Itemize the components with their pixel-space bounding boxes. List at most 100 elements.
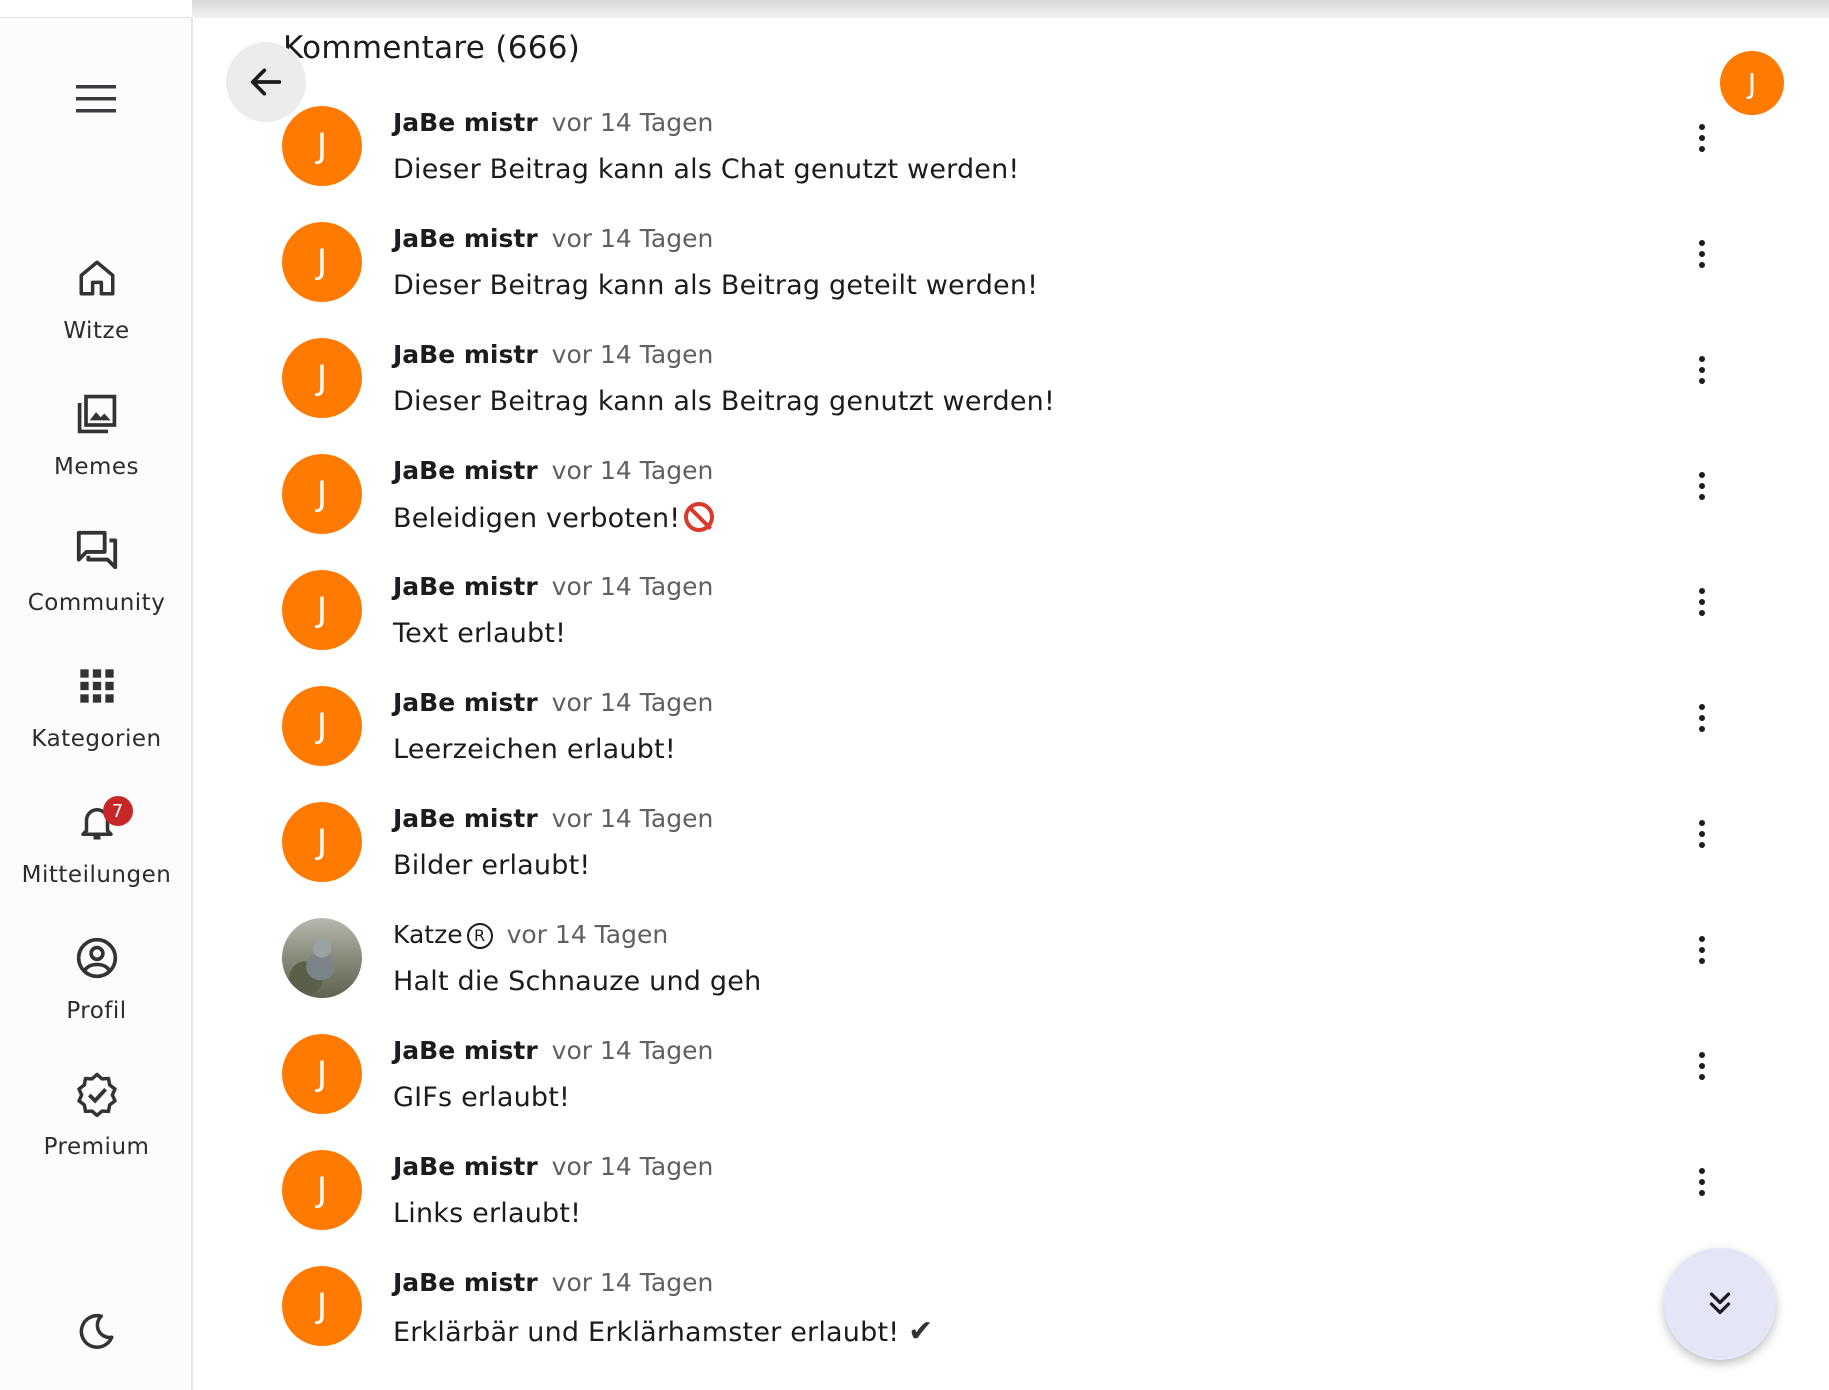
comment-item: J JaBe mistr vor 14 Tagen Dieser Beitrag … [280,222,1730,332]
more-vertical-icon [1699,1052,1705,1080]
comment-author[interactable]: JaBe mistr [393,1152,538,1181]
avatar[interactable]: J [282,338,362,418]
comment-author[interactable]: JaBe mistr [393,804,538,833]
partial-comment-row [280,1380,780,1390]
navigation-rail: Witze Memes Community Kategorien 7 Mitte… [0,18,193,1390]
comment-more-button[interactable] [1678,346,1726,394]
more-vertical-icon [1699,124,1705,152]
comment-more-button[interactable] [1678,926,1726,974]
app-root: Witze Memes Community Kategorien 7 Mitte… [0,0,1829,1390]
comment-timestamp: vor 14 Tagen [551,1152,714,1181]
comment-text: Dieser Beitrag kann als Beitrag genutzt … [393,386,1055,417]
comment-author[interactable]: JaBe mistr [393,1036,538,1065]
verified-badge-icon [69,1066,125,1122]
comment-more-button[interactable] [1678,1158,1726,1206]
hamburger-menu-icon [76,85,116,113]
nav-item-mitteilungen[interactable]: 7 Mitteilungen [0,794,193,914]
comment-more-button[interactable] [1678,694,1726,742]
moon-icon [79,1313,114,1349]
comment-text: Leerzeichen erlaubt! [393,734,676,765]
comment-item: J JaBe mistr vor 14 Tagen Erklärbär und E… [280,1266,1730,1376]
avatar[interactable]: J [282,570,362,650]
more-vertical-icon [1699,704,1705,732]
comment-text: Erklärbär und Erklärhamster erlaubt! [393,1317,900,1348]
notification-badge: 7 [102,796,133,826]
avatar[interactable]: J [282,222,362,302]
nav-item-memes[interactable]: Memes [0,386,193,506]
comment-timestamp: vor 14 Tagen [551,108,714,137]
comment-item: J JaBe mistr vor 14 Tagen Dieser Beitrag … [280,338,1730,448]
comment-text: Text erlaubt! [393,618,567,649]
comment-author[interactable]: JaBe mistr [393,572,538,601]
comment-text: Dieser Beitrag kann als Chat genutzt wer… [393,154,1020,185]
prohibited-icon [684,502,715,532]
comment-text: Dieser Beitrag kann als Beitrag geteilt … [393,270,1039,301]
menu-button[interactable] [61,64,131,134]
comment-timestamp: vor 14 Tagen [551,804,714,833]
nav-label: Community [27,590,166,616]
avatar[interactable]: J [282,802,362,882]
comment-timestamp: vor 14 Tagen [551,456,714,485]
more-vertical-icon [1699,820,1705,848]
comment-more-button[interactable] [1678,1042,1726,1090]
comment-timestamp: vor 14 Tagen [551,1268,714,1297]
comment-timestamp: vor 14 Tagen [551,688,714,717]
comment-author[interactable]: Katze [393,920,463,949]
photo-library-icon [69,386,125,442]
arrow-back-icon [250,68,282,96]
nav-item-kategorien[interactable]: Kategorien [0,658,193,778]
comment-more-button[interactable] [1678,230,1726,278]
window-top-strip [192,0,1829,18]
comment-item: Katze Rvor 14 Tagen Halt die Schnauze und… [280,918,1730,1028]
avatar[interactable]: J [282,454,362,534]
comment-item: J JaBe mistr vor 14 Tagen Links erlaubt! [280,1150,1730,1260]
comment-item: J JaBe mistr vor 14 Tagen GIFs erlaubt! [280,1034,1730,1144]
nav-item-witze[interactable]: Witze [0,250,193,370]
comment-item: J JaBe mistr vor 14 Tagen Bilder erlaubt! [280,802,1730,912]
nav-label: Kategorien [31,726,162,752]
comment-more-button[interactable] [1678,462,1726,510]
avatar[interactable]: J [282,1034,362,1114]
nav-label: Premium [43,1134,150,1160]
comment-author[interactable]: JaBe mistr [393,688,538,717]
avatar[interactable]: J [282,686,362,766]
comment-more-button[interactable] [1678,810,1726,858]
comment-more-button[interactable] [1678,114,1726,162]
nav-item-profil[interactable]: Profil [0,930,193,1050]
comment-text: Links erlaubt! [393,1198,582,1229]
registered-mark: R [466,922,493,949]
account-circle-icon [69,930,125,986]
nav-item-premium[interactable]: Premium [0,1066,193,1186]
comment-item: J JaBe mistr vor 14 Tagen Dieser Beitrag … [280,106,1730,216]
comment-text: Halt die Schnauze und geh [393,966,762,997]
topbar-left [0,0,192,18]
scroll-to-bottom-button[interactable] [1664,1248,1776,1360]
more-vertical-icon [1699,588,1705,616]
comment-author[interactable]: JaBe mistr [393,1268,538,1297]
comment-timestamp: vor 14 Tagen [551,340,714,369]
theme-toggle-button[interactable] [66,1302,126,1362]
forum-icon [69,522,125,578]
comment-text: Bilder erlaubt! [393,850,591,881]
comment-author[interactable]: JaBe mistr [393,108,538,137]
comment-more-button[interactable] [1678,578,1726,626]
comment-author[interactable]: JaBe mistr [393,224,538,253]
comment-timestamp: vor 14 Tagen [551,1036,714,1065]
nav-item-community[interactable]: Community [0,522,193,642]
comment-text: GIFs erlaubt! [393,1082,571,1113]
home-icon [69,250,125,306]
nav-label: Profil [66,998,127,1024]
more-vertical-icon [1699,472,1705,500]
more-vertical-icon [1699,1168,1705,1196]
comment-author[interactable]: JaBe mistr [393,340,538,369]
avatar[interactable]: J [282,1150,362,1230]
avatar-photo[interactable] [282,918,362,998]
nav-label: Memes [53,454,140,480]
comment-author[interactable]: JaBe mistr [393,456,538,485]
avatar[interactable]: J [282,106,362,186]
more-vertical-icon [1699,356,1705,384]
avatar[interactable]: J [282,1266,362,1346]
nav-label: Mitteilungen [21,862,172,888]
comment-item: J JaBe mistr vor 14 Tagen Leerzeichen erl… [280,686,1730,796]
page-title: Kommentare (666) [283,30,581,66]
